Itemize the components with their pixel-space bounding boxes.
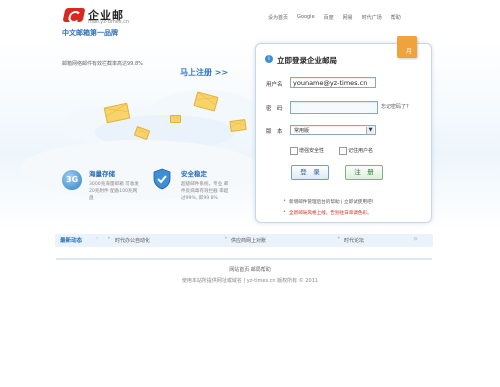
password-label: 密 码	[266, 106, 283, 112]
login-info-icon: i	[265, 55, 273, 63]
envelope-icon	[170, 115, 181, 123]
notice-new-style[interactable]: 全新邮局风格上线，告别往日单调色彩。	[289, 210, 372, 216]
nav-times-square[interactable]: 时代广场	[362, 14, 382, 21]
notice-help[interactable]: 新增邮件管理后台的帮助 | 立即试使用吧！	[289, 199, 376, 205]
bullet-icon: •	[224, 235, 228, 242]
chevron-down-icon[interactable]: ▼	[366, 127, 374, 134]
top-nav: 设为首页 Google 百度 网易 时代广场 帮助	[268, 14, 401, 21]
calendar-text: 月	[406, 48, 413, 55]
logo-url: mail.yz-times.cn	[88, 19, 130, 25]
3g-icon: 3G	[62, 170, 82, 190]
logo-icon[interactable]	[62, 8, 86, 22]
version-select-value: 常用版	[294, 128, 310, 134]
chevron-right-icon[interactable]: »	[413, 234, 418, 243]
footer-copyright: 使用本站所提供网址或域名 | yz-times.cn 版权所有 © 2011	[181, 278, 319, 284]
login-title: 立即登录企业邮局	[277, 56, 337, 65]
feature-security-title: 安全稳定	[181, 170, 207, 178]
nav-help[interactable]: 帮助	[391, 14, 401, 21]
username-input[interactable]: youname@yz-times.cn	[290, 77, 376, 88]
notice-bullet: •	[283, 198, 286, 204]
3g-icon-text: 3G	[66, 175, 79, 184]
password-input[interactable]	[290, 101, 378, 114]
version-select[interactable]: 常用版 ▼	[290, 125, 376, 135]
envelope-icon	[229, 118, 247, 133]
version-label: 版 本	[266, 129, 283, 135]
calendar-icon: 月	[397, 36, 417, 58]
ticker-label: 最新动态	[60, 238, 83, 244]
footer-divider	[56, 258, 432, 260]
register-now-link[interactable]: 马上注册 >>	[180, 67, 228, 78]
nav-set-homepage[interactable]: 设为首页	[268, 14, 288, 21]
forgot-password-link[interactable]: 忘记密码了?	[381, 103, 409, 110]
secure-checkbox[interactable]	[290, 147, 298, 155]
nav-netease[interactable]: 网易	[343, 14, 353, 21]
bullet-icon: •	[107, 235, 111, 242]
chevron-right-icon: ›	[96, 235, 99, 242]
notice-bullet: •	[283, 209, 286, 215]
nav-google[interactable]: Google	[297, 14, 315, 21]
remember-checkbox[interactable]	[339, 147, 347, 155]
ticker-item[interactable]: 时代办公自动化	[115, 237, 150, 244]
remember-label: 记住用户名	[348, 148, 374, 154]
login-button[interactable]: 登 录	[291, 165, 329, 180]
feature-storage-desc: 3000兆海量邮箱 可收发20兆附件 配备100兆网盘	[89, 182, 139, 201]
secure-label: 增强安全性	[299, 148, 325, 154]
nav-baidu[interactable]: 百度	[324, 14, 334, 21]
slogan: 中文邮箱第一品牌	[62, 29, 118, 37]
bullet-icon: •	[337, 235, 341, 242]
username-label: 用户名	[266, 82, 283, 88]
shield-icon	[153, 168, 171, 190]
promo-text: 邮箱网络邮件有效拦截率高达99.8%	[62, 61, 143, 67]
feature-security-desc: 超级邮件系统，专业 邮件反病毒有效拦截 率超过99%, 即99.8%	[181, 182, 229, 201]
register-button[interactable]: 注 册	[345, 165, 383, 180]
footer-links[interactable]: 网站首页 邮局帮助	[0, 266, 500, 273]
feature-storage-title: 海量存储	[89, 170, 115, 178]
ticker-item[interactable]: 供应商网上对账	[231, 237, 266, 244]
ticker-item[interactable]: 时代论坛	[344, 237, 364, 244]
